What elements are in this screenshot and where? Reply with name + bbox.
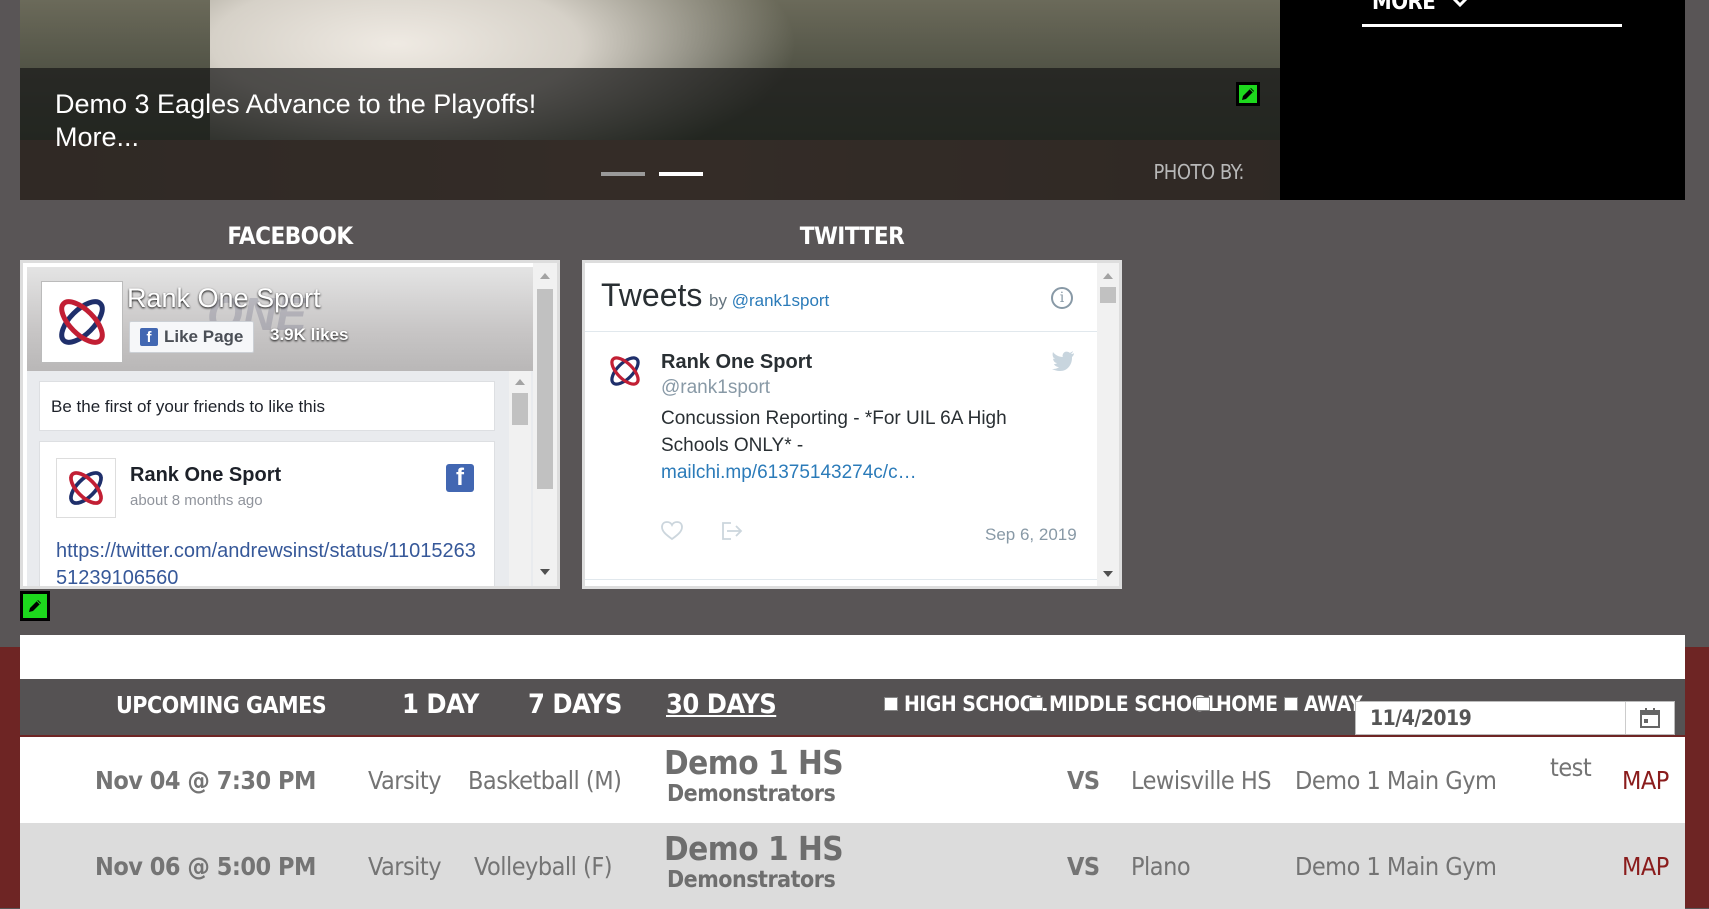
tweet-link[interactable]: mailchi.mp/61375143274c/c… xyxy=(661,462,917,483)
checkbox[interactable] xyxy=(1284,697,1298,711)
side-panel: MORE xyxy=(1280,0,1685,200)
home-school: Demo 1 HS xyxy=(664,743,844,782)
page-logo[interactable] xyxy=(41,281,123,363)
tab-1-day[interactable]: 1 DAY xyxy=(402,689,479,720)
facebook-icon[interactable]: f xyxy=(446,464,474,492)
home-team: Demonstrators xyxy=(667,781,836,807)
games-toolbar: UPCOMING GAMES 1 DAY 7 DAYS 30 DAYS HIGH… xyxy=(20,679,1685,735)
facebook-feed: Be the first of your friends to like thi… xyxy=(27,371,533,586)
tweets-heading: Tweets xyxy=(601,277,703,313)
game-datetime: Nov 06 @ 5:00 PM xyxy=(95,852,316,881)
photo-credit: PHOTO BY: xyxy=(1153,160,1244,184)
twitter-handle-link[interactable]: @rank1sport xyxy=(732,291,830,310)
tweet-text: Concussion Reporting - *For UIL 6A High … xyxy=(661,408,1007,483)
slide-indicators xyxy=(601,172,703,176)
heart-icon[interactable] xyxy=(661,521,683,546)
tab-7-days[interactable]: 7 DAYS xyxy=(528,689,622,720)
info-icon[interactable]: i xyxy=(1051,287,1073,309)
hero-more-link[interactable]: More... xyxy=(55,122,139,153)
opponent: Plano xyxy=(1131,852,1191,881)
vs-label: VS xyxy=(1067,766,1100,795)
like-page-button[interactable]: f Like Page xyxy=(129,321,255,353)
inner-scrollbar[interactable] xyxy=(509,371,531,586)
filter-middle-school[interactable]: MIDDLE SCHOOL xyxy=(1029,692,1219,716)
twitter-widget: Tweets by @rank1sport i Rank One Sport @… xyxy=(582,260,1122,589)
slide-indicator-2[interactable] xyxy=(659,172,703,176)
tweet-date[interactable]: Sep 6, 2019 xyxy=(985,525,1077,545)
rank-one-logo-icon xyxy=(59,299,105,345)
hero-headline[interactable]: Demo 3 Eagles Advance to the Playoffs! xyxy=(55,86,536,122)
hero-edit-button[interactable] xyxy=(1236,82,1260,106)
post-link[interactable]: https://twitter.com/andrewsinst/status/1… xyxy=(56,538,486,586)
vs-label: VS xyxy=(1067,852,1100,881)
game-level: Varsity xyxy=(368,852,442,881)
slide-indicator-1[interactable] xyxy=(601,172,645,176)
tweet-author-handle[interactable]: @rank1sport xyxy=(661,377,770,399)
more-menu[interactable]: MORE xyxy=(1362,0,1622,27)
game-sport: Basketball (M) xyxy=(468,766,622,795)
share-icon[interactable] xyxy=(721,521,743,546)
twitter-scroll-thumb[interactable] xyxy=(1100,287,1116,303)
filter-high-school[interactable]: HIGH SCHOOL xyxy=(884,692,1047,716)
rank-one-logo-icon xyxy=(69,471,103,505)
checkbox[interactable] xyxy=(1029,697,1043,711)
hero-slider: Demo 3 Eagles Advance to the Playoffs! M… xyxy=(20,0,1280,200)
social-edit-button[interactable] xyxy=(20,591,50,621)
facebook-f-icon: f xyxy=(140,328,158,346)
facebook-page-name[interactable]: Rank One Sport xyxy=(127,283,321,314)
upcoming-games-label: UPCOMING GAMES xyxy=(116,693,327,719)
pencil-icon xyxy=(1236,82,1260,106)
game-note: test xyxy=(1550,753,1592,782)
facebook-title: FACEBOOK xyxy=(227,222,353,250)
outer-scroll-thumb[interactable] xyxy=(537,289,553,489)
location: Demo 1 Main Gym xyxy=(1295,766,1497,795)
twitter-title: TWITTER xyxy=(799,222,905,250)
more-menu-label: MORE xyxy=(1372,0,1436,15)
post-author[interactable]: Rank One Sport xyxy=(130,464,281,487)
inner-scroll-thumb[interactable] xyxy=(512,393,528,425)
pencil-icon xyxy=(20,591,50,621)
facebook-cover: ONE Rank One Sport f Like Page 3.9K like… xyxy=(27,267,533,371)
location: Demo 1 Main Gym xyxy=(1295,852,1497,881)
map-link[interactable]: MAP xyxy=(1622,766,1669,795)
game-level: Varsity xyxy=(368,766,442,795)
checkbox[interactable] xyxy=(884,697,898,711)
filter-away[interactable]: AWAY xyxy=(1284,692,1362,716)
date-value[interactable]: 11/4/2019 xyxy=(1356,706,1625,730)
rank-one-logo-icon xyxy=(610,356,640,386)
tab-30-days[interactable]: 30 DAYS xyxy=(666,689,777,720)
post-time[interactable]: about 8 months ago xyxy=(130,492,263,509)
game-datetime: Nov 04 @ 7:30 PM xyxy=(95,766,316,795)
avatar[interactable] xyxy=(56,458,116,518)
facebook-widget: ONE Rank One Sport f Like Page 3.9K like… xyxy=(20,260,560,589)
table-row: Nov 04 @ 7:30 PM Varsity Basketball (M) … xyxy=(20,737,1685,823)
home-school: Demo 1 HS xyxy=(664,829,844,868)
calendar-icon[interactable] xyxy=(1625,702,1674,734)
checkbox[interactable] xyxy=(1196,697,1210,711)
table-row: Nov 06 @ 5:00 PM Varsity Volleyball (F) … xyxy=(20,823,1685,909)
twitter-scrollbar[interactable] xyxy=(1097,263,1119,586)
like-page-label: Like Page xyxy=(164,327,244,346)
twitter-header: Tweets by @rank1sport i xyxy=(585,263,1097,332)
map-link[interactable]: MAP xyxy=(1622,852,1669,881)
outer-scrollbar[interactable] xyxy=(533,263,557,586)
likes-count: 3.9K likes xyxy=(270,325,349,344)
opponent: Lewisville HS xyxy=(1131,766,1272,795)
twitter-bird-icon[interactable] xyxy=(1051,351,1075,376)
chevron-down-icon xyxy=(1452,0,1467,8)
tweet-author-name[interactable]: Rank One Sport xyxy=(661,351,812,374)
filter-home[interactable]: HOME xyxy=(1196,692,1278,716)
avatar[interactable] xyxy=(605,351,645,396)
game-sport: Volleyball (F) xyxy=(474,852,613,881)
friends-like-text: Be the first of your friends to like thi… xyxy=(39,381,495,431)
date-field[interactable]: 11/4/2019 xyxy=(1355,701,1675,735)
facebook-post: Rank One Sport about 8 months ago f http… xyxy=(39,441,495,586)
home-team: Demonstrators xyxy=(667,867,836,893)
